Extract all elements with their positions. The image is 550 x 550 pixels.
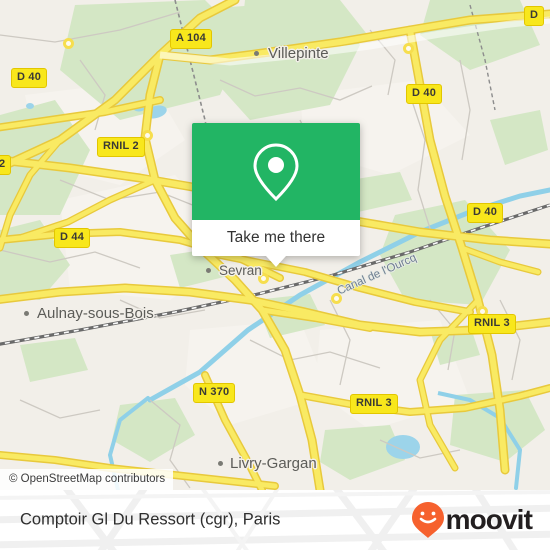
moovit-wordmark: moovit <box>445 504 533 535</box>
road-shield-d40-n: D 40 <box>406 84 443 104</box>
place-label-sevran: Sevran <box>219 263 262 278</box>
road-shield-n370: N 370 <box>193 383 236 403</box>
road-shield-rnil3-e: RNIL 3 <box>468 314 516 334</box>
moovit-map-screen: Canal de l'Ourcq Villepinte Sevran Aulna… <box>0 0 550 550</box>
place-dot-villepinte <box>254 51 259 56</box>
take-me-there-label: Take me there <box>226 229 326 246</box>
moovit-logo[interactable]: moovit <box>411 501 533 539</box>
map-pin-icon <box>253 142 299 201</box>
location-title: Comptoir Gl Du Ressort (cgr), Paris <box>20 510 281 529</box>
place-label-livry-gargan: Livry-Gargan <box>230 455 317 472</box>
road-shield-rnil3-s: RNIL 3 <box>350 394 398 414</box>
moovit-smiley-pin-icon <box>411 502 444 538</box>
destination-callout-card[interactable]: Take me there <box>192 123 360 267</box>
road-shield-d40-nw: D 40 <box>11 68 48 88</box>
road-shield-2-west: 2 <box>0 155 12 175</box>
roundabout-marker <box>403 43 414 54</box>
road-shield-a104: A 104 <box>170 29 212 49</box>
roundabout-marker <box>63 38 74 49</box>
osm-attribution[interactable]: © OpenStreetMap contributors <box>0 469 174 490</box>
road-shield-d44: D 44 <box>54 228 91 248</box>
road-shield-d40-e: D 40 <box>467 203 504 223</box>
map-canvas[interactable]: Canal de l'Ourcq Villepinte Sevran Aulna… <box>0 0 550 490</box>
road-shield-d-ne: D <box>524 6 545 26</box>
callout-action-area[interactable]: Take me there <box>192 220 360 267</box>
place-dot-livry-gargan <box>218 461 223 466</box>
place-label-aulnay-sous-bois: Aulnay-sous-Bois <box>37 305 154 322</box>
place-dot-aulnay-sous-bois <box>24 311 29 316</box>
callout-pointer <box>266 256 286 267</box>
callout-icon-area <box>192 123 360 220</box>
bottom-info-bar: Comptoir Gl Du Ressort (cgr), Paris moov… <box>0 490 550 550</box>
place-dot-sevran <box>206 268 211 273</box>
road-shield-rnil2: RNIL 2 <box>97 137 145 157</box>
place-label-villepinte: Villepinte <box>268 45 329 62</box>
